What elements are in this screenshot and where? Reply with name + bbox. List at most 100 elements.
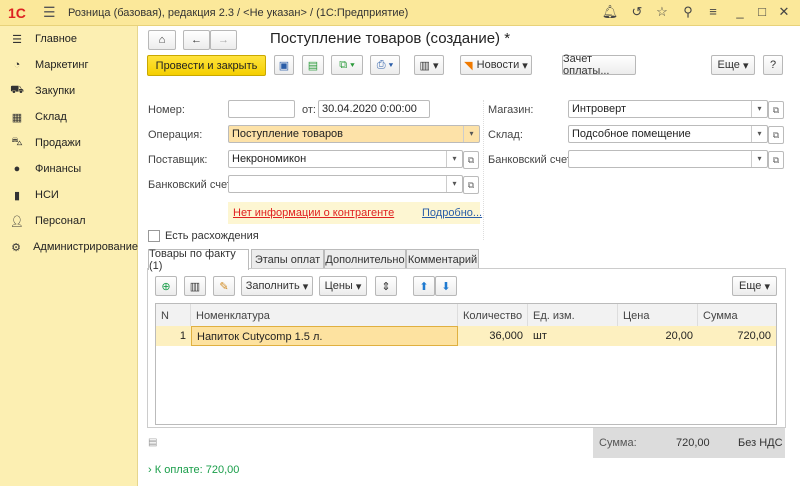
open-icon[interactable]: ⧉ — [768, 101, 784, 119]
discrepancy-label: Есть расхождения — [165, 230, 259, 242]
sidebar-item-admin[interactable]: ⚙ Администрирование — [0, 234, 138, 260]
dropdown-icon[interactable]: ▾ — [751, 101, 767, 117]
column-header[interactable]: Номенклатура — [191, 304, 458, 326]
column-header[interactable]: Сумма — [698, 304, 776, 326]
sum-label: Сумма: — [599, 437, 637, 449]
sidebar-item-personnel[interactable]: 👤︎ Персонал — [0, 208, 138, 234]
help-button[interactable]: ? — [763, 55, 783, 75]
dropdown-icon[interactable]: ▾ — [446, 151, 462, 167]
cell-item[interactable]: Напиток Cutycomp 1.5 л. — [191, 326, 458, 346]
table-more-button[interactable]: Еще ▾ — [732, 276, 777, 296]
column-header[interactable]: N — [156, 304, 191, 326]
column-divider — [483, 100, 484, 240]
date-field[interactable]: 30.04.2020 0:00:00 — [318, 100, 430, 118]
barcode-button[interactable]: ▥ — [184, 276, 206, 296]
app-logo: 1С — [8, 5, 26, 21]
back-button[interactable]: ← — [183, 30, 210, 50]
sidebar-item-warehouse[interactable]: ▦ Склад — [0, 104, 138, 130]
resize-button[interactable]: ⇕ — [375, 276, 397, 296]
details-link[interactable]: Подробно... — [422, 207, 482, 219]
sidebar-item-main[interactable]: ☰ Главное — [0, 26, 138, 52]
dropdown-icon[interactable]: ▾ — [463, 126, 479, 142]
create-based-button[interactable]: ⧉ ▾ — [331, 55, 363, 75]
dropdown-icon[interactable]: ▾ — [751, 151, 767, 167]
add-icon: ⊕ — [161, 280, 171, 293]
arrow-left-icon: ← — [191, 34, 202, 46]
bell-icon[interactable]: 🔔︎ — [600, 4, 620, 20]
sidebar-item-purchases[interactable]: ⛟ Закупки — [0, 78, 138, 104]
warehouse-label: Склад: — [488, 129, 523, 141]
bank-account-field[interactable]: ▾ ⧉ — [228, 175, 479, 194]
arrow-down-icon: ⬇ — [441, 280, 451, 293]
supplier-field[interactable]: Некрономикон ▾ ⧉ — [228, 150, 479, 169]
minimize-icon[interactable]: _ — [730, 4, 750, 19]
cell-quantity[interactable]: 36,000 — [458, 326, 528, 346]
gear-icon: ⚙ — [11, 241, 21, 254]
cart-icon: ⛍ — [11, 136, 23, 148]
sidebar-item-sales[interactable]: ⛍ Продажи — [0, 130, 138, 156]
vat-label: Без НДС — [738, 437, 783, 449]
cell-unit[interactable]: шт — [528, 326, 618, 346]
open-icon[interactable]: ⧉ — [768, 126, 784, 144]
operation-label: Операция: — [148, 129, 203, 141]
menu-icon[interactable]: ≡ — [703, 4, 723, 19]
add-row-button[interactable]: ⊕ — [155, 276, 177, 296]
star-icon[interactable]: ☆ — [652, 4, 672, 20]
move-down-button[interactable]: ⬇ — [435, 276, 457, 296]
sidebar-item-marketing[interactable]: ◔ Маркетинг — [0, 52, 138, 78]
comment-icon[interactable]: ▤ — [148, 437, 157, 448]
cell-sum[interactable]: 720,00 — [698, 326, 776, 346]
payment-offset-button[interactable]: Зачет оплаты... — [562, 53, 636, 77]
report-icon: ▥ ▾ — [419, 59, 439, 72]
dropdown-icon[interactable]: ▾ — [751, 126, 767, 142]
news-button[interactable]: ◥ Новости ▾ — [460, 55, 532, 75]
search-icon[interactable]: ⚲ — [678, 4, 698, 20]
column-header[interactable]: Ед. изм. — [528, 304, 618, 326]
pie-icon: ◔ — [13, 59, 21, 71]
print-button[interactable]: ⎙ ▾ — [370, 55, 400, 75]
store-field[interactable]: Интроверт ▾ ⧉ — [568, 100, 784, 119]
main-menu-icon[interactable]: ☰ — [43, 4, 56, 21]
close-icon[interactable]: ✕ — [774, 4, 794, 20]
warehouse-icon: ▦ — [11, 111, 23, 124]
cell-price[interactable]: 20,00 — [618, 326, 698, 346]
move-up-button[interactable]: ⬆ — [413, 276, 435, 296]
to-pay-expander[interactable]: › К оплате: 720,00 — [148, 464, 239, 476]
fill-button[interactable]: Заполнить ▾ — [241, 276, 313, 296]
post-button[interactable]: ▤ — [302, 55, 324, 75]
tab-comment[interactable]: Комментарий — [406, 249, 479, 269]
create-based-icon: ⧉ ▾ — [339, 58, 355, 71]
person-icon: 👤︎ — [10, 215, 24, 228]
store-label: Магазин: — [488, 104, 534, 116]
column-header[interactable]: Цена — [618, 304, 698, 326]
open-icon[interactable]: ⧉ — [463, 151, 479, 169]
tab-payment-stages[interactable]: Этапы оплат — [251, 249, 324, 269]
page-title: Поступление товаров (создание) * — [270, 30, 511, 47]
save-button[interactable]: ▣ — [274, 55, 294, 75]
maximize-icon[interactable]: □ — [752, 4, 772, 19]
arrow-up-icon: ⬆ — [419, 280, 429, 293]
discrepancy-checkbox[interactable] — [148, 230, 160, 242]
rss-icon: ◥ — [464, 59, 473, 72]
tab-additional[interactable]: Дополнительно — [324, 249, 406, 269]
more-button[interactable]: Еще ▾ — [711, 55, 755, 75]
home-button[interactable]: ⌂ — [148, 30, 176, 50]
prices-button[interactable]: Цены ▾ — [319, 276, 367, 296]
sidebar-item-finance[interactable]: ● Финансы — [0, 156, 138, 182]
warehouse-field[interactable]: Подсобное помещение ▾ ⧉ — [568, 125, 784, 144]
column-header[interactable]: Количество — [458, 304, 528, 326]
reports-button[interactable]: ▥ ▾ — [414, 55, 444, 75]
operation-select[interactable]: Поступление товаров ▾ — [228, 125, 480, 143]
tab-goods[interactable]: Товары по факту (1) — [148, 248, 249, 272]
edit-button[interactable]: ✎ — [213, 276, 235, 296]
open-icon[interactable]: ⧉ — [463, 176, 479, 194]
post-and-close-button[interactable]: Провести и закрыть — [147, 55, 266, 76]
store-bank-field[interactable]: ▾ ⧉ — [568, 150, 784, 169]
forward-button[interactable]: → — [210, 30, 237, 50]
no-info-link[interactable]: Нет информации о контрагенте — [233, 207, 394, 219]
history-icon[interactable]: ↺ — [627, 4, 647, 20]
open-icon[interactable]: ⧉ — [768, 151, 784, 169]
dropdown-icon[interactable]: ▾ — [446, 176, 462, 192]
sidebar-item-nsi[interactable]: ▮ НСИ — [0, 182, 138, 208]
number-field[interactable] — [228, 100, 295, 118]
